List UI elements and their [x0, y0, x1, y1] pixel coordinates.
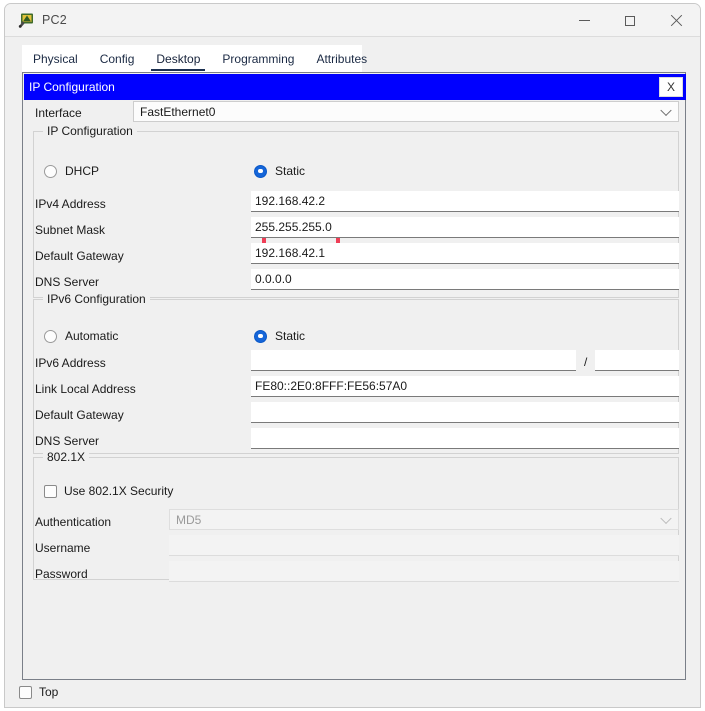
radio-ipv6-static[interactable]: Static — [254, 329, 305, 343]
ipv4-default-gateway-label: Default Gateway — [35, 249, 124, 263]
ipv4-dns-server-label: DNS Server — [35, 275, 99, 289]
chevron-down-icon — [660, 104, 671, 115]
packet-tracer-pc-icon — [18, 12, 35, 29]
chevron-down-icon — [660, 512, 671, 523]
ipv4-default-gateway-input[interactable] — [251, 243, 679, 264]
radio-ipv4-dhcp[interactable]: DHCP — [44, 164, 99, 178]
close-button[interactable] — [653, 4, 699, 37]
use-dot1x-security-checkbox[interactable]: Use 802.1X Security — [44, 484, 173, 498]
app-header-title: IP Configuration — [29, 79, 115, 95]
interface-dropdown[interactable]: FastEthernet0 — [133, 101, 679, 122]
top-checkbox-label: Top — [39, 685, 58, 699]
authentication-dropdown[interactable]: MD5 — [169, 509, 679, 530]
dot1x-username-input[interactable] — [169, 535, 679, 556]
link-local-address-label: Link Local Address — [35, 382, 136, 396]
ipv6-prefix-input[interactable] — [595, 350, 679, 371]
ipv4-address-input[interactable] — [251, 191, 679, 212]
top-checkbox-box — [19, 686, 32, 699]
dot1x-username-label: Username — [35, 541, 90, 555]
radio-ipv4-static-label: Static — [275, 164, 305, 178]
bottom-bar: Top — [19, 685, 58, 699]
authentication-label: Authentication — [35, 515, 111, 529]
use-dot1x-security-label: Use 802.1X Security — [64, 484, 173, 498]
tab-physical-label: Physical — [33, 52, 78, 66]
tab-config-label: Config — [100, 52, 135, 66]
ipv4-dns-server-input[interactable] — [251, 269, 679, 290]
title-bar: PC2 — [5, 4, 700, 37]
close-icon — [670, 15, 682, 27]
authentication-value: MD5 — [176, 513, 201, 527]
pc2-window: PC2 Physical Config Desktop Programming … — [4, 3, 701, 708]
ipv6-dns-server-input[interactable] — [251, 428, 679, 449]
top-checkbox[interactable]: Top — [19, 685, 58, 699]
ipv6-default-gateway-label: Default Gateway — [35, 408, 124, 422]
ipv6-configuration-legend: IPv6 Configuration — [43, 292, 150, 306]
app-close-button[interactable]: X — [659, 77, 683, 97]
tab-attributes[interactable]: Attributes — [305, 45, 378, 72]
subnet-mask-label: Subnet Mask — [35, 223, 105, 237]
dot1x-password-label: Password — [35, 567, 88, 581]
ipv4-address-label: IPv4 Address — [35, 197, 106, 211]
ip-configuration-legend: IP Configuration — [43, 124, 137, 138]
link-local-address-input[interactable] — [251, 376, 679, 397]
minimize-icon — [579, 20, 590, 21]
radio-ipv4-dhcp-indicator — [44, 165, 57, 178]
use-dot1x-security-checkbox-box — [44, 485, 57, 498]
radio-ipv6-static-indicator — [254, 330, 267, 343]
radio-ipv6-automatic-label: Automatic — [65, 329, 118, 343]
desktop-content-panel: IP Configuration X Interface FastEtherne… — [22, 72, 686, 680]
tab-programming-label: Programming — [222, 52, 294, 66]
ipv6-address-input[interactable] — [251, 350, 576, 371]
radio-ipv4-static-indicator — [254, 165, 267, 178]
subnet-mask-input[interactable] — [251, 217, 679, 238]
window-title: PC2 — [42, 12, 67, 29]
tab-programming[interactable]: Programming — [211, 45, 305, 72]
dot1x-legend: 802.1X — [43, 450, 89, 464]
minimize-button[interactable] — [561, 4, 607, 37]
tab-strip: Physical Config Desktop Programming Attr… — [22, 45, 362, 72]
interface-value: FastEthernet0 — [140, 105, 215, 119]
radio-ipv6-automatic[interactable]: Automatic — [44, 329, 118, 343]
ipv6-prefix-separator: / — [584, 355, 587, 369]
ipv6-dns-server-label: DNS Server — [35, 434, 99, 448]
maximize-button[interactable] — [607, 4, 653, 37]
ip-configuration-app-header: IP Configuration X — [24, 74, 686, 100]
maximize-icon — [625, 16, 635, 26]
tab-config[interactable]: Config — [89, 45, 146, 72]
tab-attributes-label: Attributes — [316, 52, 367, 66]
dot1x-password-input[interactable] — [169, 561, 679, 582]
ipv6-address-label: IPv6 Address — [35, 356, 106, 370]
radio-ipv4-dhcp-label: DHCP — [65, 164, 99, 178]
tab-physical[interactable]: Physical — [22, 45, 89, 72]
interface-label: Interface — [35, 106, 82, 120]
ipv6-default-gateway-input[interactable] — [251, 402, 679, 423]
tab-desktop-label: Desktop — [156, 52, 200, 66]
tab-desktop[interactable]: Desktop — [145, 45, 211, 72]
radio-ipv4-static[interactable]: Static — [254, 164, 305, 178]
radio-ipv6-static-label: Static — [275, 329, 305, 343]
radio-ipv6-automatic-indicator — [44, 330, 57, 343]
